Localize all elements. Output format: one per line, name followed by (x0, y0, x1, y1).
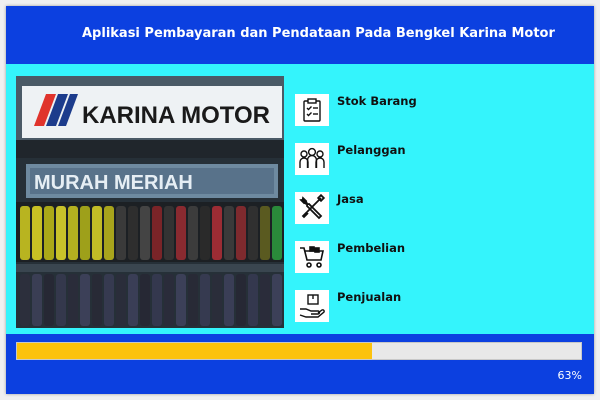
footer-bar: 63% (6, 334, 594, 394)
menu-item-label: Pelanggan (337, 143, 406, 157)
shop-photo: KARINA MOTOR MURAH MERIAH (16, 76, 284, 328)
progress-fill (17, 343, 373, 359)
menu-item-label: Pembelian (337, 241, 406, 255)
progress-percent: 63% (557, 369, 582, 382)
menu-item-stok-barang[interactable]: Stok Barang (295, 94, 495, 128)
clipboard-checklist-icon (295, 94, 329, 126)
shopping-cart-icon (295, 241, 329, 273)
people-group-icon (295, 143, 329, 175)
progress-bar (16, 342, 582, 360)
menu-item-pelanggan[interactable]: Pelanggan (295, 143, 495, 177)
app-window: Aplikasi Pembayaran dan Pendataan Pada B… (6, 6, 594, 394)
menu-item-label: Stok Barang (337, 94, 417, 108)
menu-item-jasa[interactable]: Jasa (295, 192, 495, 226)
main-panel: KARINA MOTOR MURAH MERIAH Stok Barang Pe… (6, 64, 594, 334)
shop-photo-image: KARINA MOTOR MURAH MERIAH (16, 76, 284, 328)
menu-item-pembelian[interactable]: Pembelian (295, 241, 495, 275)
hand-box-icon (295, 290, 329, 322)
menu-item-penjualan[interactable]: Penjualan (295, 290, 495, 324)
wrench-screwdriver-icon (295, 192, 329, 224)
shop-sign-text: KARINA MOTOR (82, 102, 270, 129)
header-bar: Aplikasi Pembayaran dan Pendataan Pada B… (6, 6, 594, 64)
app-title: Aplikasi Pembayaran dan Pendataan Pada B… (82, 26, 555, 41)
menu-item-label: Jasa (337, 192, 364, 206)
shop-banner-text: MURAH MERIAH (34, 172, 193, 194)
menu-item-label: Penjualan (337, 290, 402, 304)
